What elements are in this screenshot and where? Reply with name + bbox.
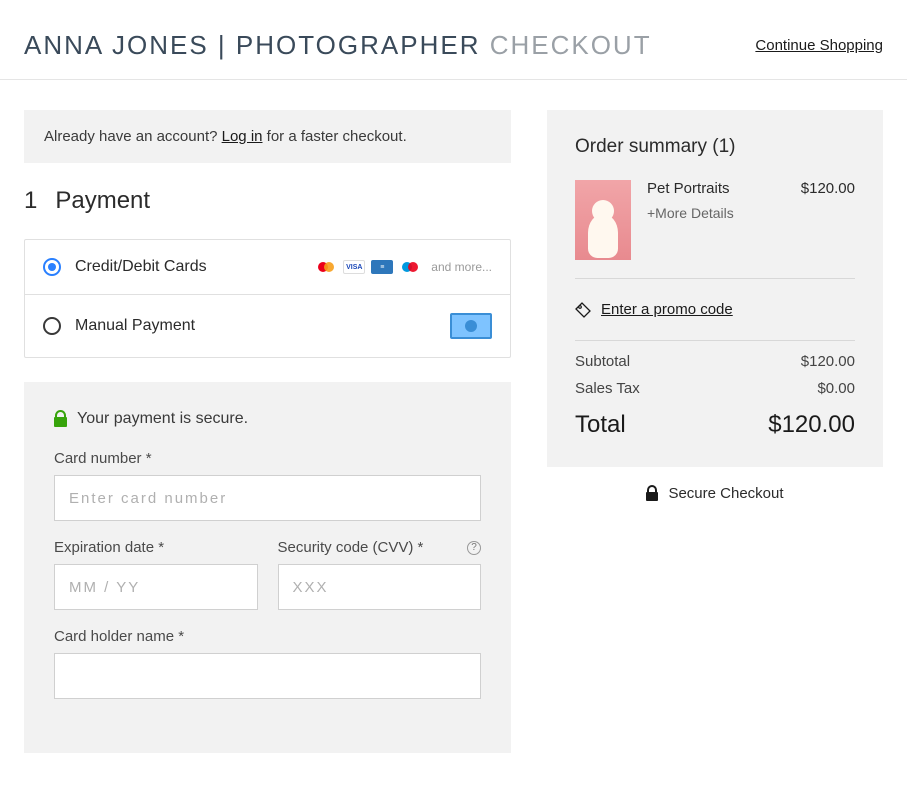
brand-main: ANNA JONES | PHOTOGRAPHER — [24, 30, 480, 60]
total-row: Total $120.00 — [575, 411, 855, 439]
secure-checkout-text: Secure Checkout — [668, 485, 783, 502]
expiration-label: Expiration date * — [54, 539, 258, 556]
payment-method-manual[interactable]: Manual Payment — [25, 295, 510, 357]
summary-item-info: Pet Portraits +More Details — [647, 180, 785, 260]
right-column: Order summary (1) Pet Portraits +More De… — [547, 110, 883, 502]
divider — [575, 340, 855, 341]
card-number-group: Card number * — [54, 450, 481, 521]
tax-row: Sales Tax $0.00 — [575, 380, 855, 397]
promo-link[interactable]: Enter a promo code — [601, 301, 733, 318]
divider — [575, 278, 855, 279]
subtotal-value: $120.00 — [801, 353, 855, 370]
cash-icon — [450, 313, 492, 339]
login-banner-suffix: for a faster checkout. — [263, 128, 407, 145]
radio-manual[interactable] — [43, 317, 61, 335]
content: Already have an account? Log in for a fa… — [0, 80, 907, 793]
maestro-icon — [399, 260, 421, 274]
lock-icon — [54, 412, 67, 427]
amex-icon: ≡ — [371, 260, 393, 274]
cvv-help-icon[interactable]: ? — [467, 541, 481, 555]
summary-item: Pet Portraits +More Details $120.00 — [575, 180, 855, 260]
left-column: Already have an account? Log in for a fa… — [24, 110, 511, 753]
total-label: Total — [575, 411, 626, 439]
holder-group: Card holder name * — [54, 628, 481, 699]
brand-sub: CHECKOUT — [480, 30, 651, 60]
secure-note: Your payment is secure. — [54, 410, 481, 428]
card-number-label: Card number * — [54, 450, 481, 467]
expiration-group: Expiration date * — [54, 539, 258, 610]
step-title: Payment — [55, 187, 150, 215]
total-value: $120.00 — [768, 411, 855, 439]
tax-label: Sales Tax — [575, 380, 640, 397]
continue-shopping-link[interactable]: Continue Shopping — [755, 37, 883, 54]
mastercard-icon — [315, 260, 337, 274]
and-more-text: and more... — [431, 260, 492, 274]
login-banner: Already have an account? Log in for a fa… — [24, 110, 511, 163]
holder-input[interactable] — [54, 653, 481, 699]
cvv-input[interactable] — [278, 564, 482, 610]
card-logos: VISA ≡ and more... — [315, 260, 492, 274]
holder-label: Card holder name * — [54, 628, 481, 645]
payment-method-card-label: Credit/Debit Cards — [75, 258, 301, 276]
expiration-input[interactable] — [54, 564, 258, 610]
visa-icon: VISA — [343, 260, 365, 274]
login-link[interactable]: Log in — [222, 128, 263, 145]
card-entry-panel: Your payment is secure. Card number * Ex… — [24, 382, 511, 753]
login-banner-prefix: Already have an account? — [44, 128, 222, 145]
subtotal-row: Subtotal $120.00 — [575, 353, 855, 370]
header: ANNA JONES | PHOTOGRAPHER CHECKOUT Conti… — [0, 0, 907, 80]
cvv-group: Security code (CVV) * ? — [278, 539, 482, 610]
summary-item-name: Pet Portraits — [647, 180, 785, 197]
brand: ANNA JONES | PHOTOGRAPHER CHECKOUT — [24, 30, 652, 61]
payment-methods: Credit/Debit Cards VISA ≡ and more... Ma… — [24, 239, 511, 358]
subtotal-label: Subtotal — [575, 353, 630, 370]
summary-title: Order summary (1) — [575, 136, 855, 158]
step-number: 1 — [24, 187, 37, 215]
payment-method-manual-label: Manual Payment — [75, 317, 436, 335]
cvv-label: Security code (CVV) * — [278, 539, 424, 556]
summary-item-price: $120.00 — [801, 180, 855, 260]
lock-icon — [646, 487, 658, 501]
secure-note-text: Your payment is secure. — [77, 410, 248, 428]
secure-checkout: Secure Checkout — [547, 485, 883, 502]
summary-item-image — [575, 180, 631, 260]
promo-row[interactable]: Enter a promo code — [575, 291, 855, 328]
tax-value: $0.00 — [817, 380, 855, 397]
order-summary: Order summary (1) Pet Portraits +More De… — [547, 110, 883, 467]
summary-item-more[interactable]: +More Details — [647, 205, 785, 221]
payment-section-title: 1 Payment — [24, 187, 511, 215]
tag-icon — [575, 302, 591, 318]
payment-method-card[interactable]: Credit/Debit Cards VISA ≡ and more... — [25, 240, 510, 295]
card-number-input[interactable] — [54, 475, 481, 521]
radio-card[interactable] — [43, 258, 61, 276]
exp-cvv-row: Expiration date * Security code (CVV) * … — [54, 539, 481, 628]
